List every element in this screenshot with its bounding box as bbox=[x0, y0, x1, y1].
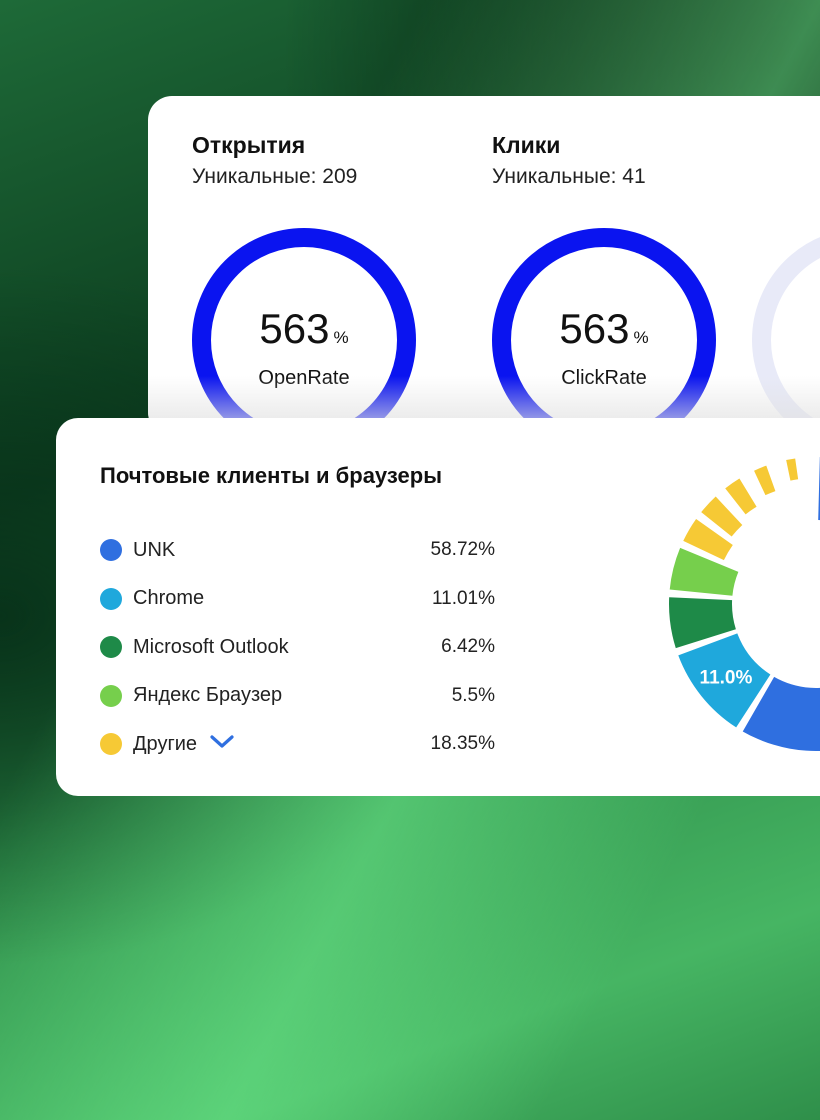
open-rate-value: 563% bbox=[259, 305, 349, 352]
legend-value: 5.5% bbox=[451, 684, 495, 706]
legend-label: Chrome bbox=[133, 587, 205, 610]
legend-label: Яндекс Браузер bbox=[133, 684, 283, 707]
clients-legend: UNK 58.72% Chrome 11.01% Microsoft Outlo… bbox=[100, 526, 495, 769]
legend-item-chrome: Chrome 11.01% bbox=[100, 575, 495, 624]
click-rate-value: 563% bbox=[559, 305, 649, 352]
clients-donut-chart: 511.0% bbox=[669, 457, 820, 751]
legend-value: 6.42% bbox=[441, 636, 495, 658]
legend-dot bbox=[100, 636, 122, 659]
legend-label: Microsoft Outlook bbox=[133, 635, 289, 658]
opens-unique: Уникальные: 209 bbox=[192, 165, 358, 188]
legend-item-yandex: Яндекс Браузер 5.5% bbox=[100, 672, 495, 721]
donut-slice-other-part bbox=[754, 465, 776, 496]
legend-item-other[interactable]: Другие 18.35% bbox=[100, 720, 495, 769]
clicks-stat: Клики Уникальные: 41 bbox=[492, 132, 646, 189]
clients-card: Почтовые клиенты и браузеры UNK 58.72% C… bbox=[56, 418, 820, 796]
clients-title: Почтовые клиенты и браузеры bbox=[100, 463, 442, 488]
donut-label-chrome: 11.0% bbox=[700, 667, 753, 688]
legend-label: Другие bbox=[133, 732, 198, 755]
opens-stat: Открытия Уникальные: 209 bbox=[192, 132, 357, 189]
legend-item-unk: UNK 58.72% bbox=[100, 526, 495, 575]
clicks-title: Клики bbox=[492, 132, 561, 158]
legend-dot bbox=[100, 587, 122, 610]
legend-dot bbox=[100, 684, 122, 707]
chevron-down-icon[interactable] bbox=[209, 734, 235, 755]
opens-title: Открытия bbox=[192, 132, 306, 158]
legend-dot bbox=[100, 539, 122, 562]
legend-value: 11.01% bbox=[431, 587, 495, 609]
legend-dot bbox=[100, 733, 122, 756]
legend-label: UNK bbox=[133, 538, 176, 561]
donut-slice-other-part bbox=[786, 458, 799, 481]
donut-slice-unk bbox=[742, 457, 820, 751]
legend-value: 58.72% bbox=[430, 539, 495, 561]
legend-item-outlook: Microsoft Outlook 6.42% bbox=[100, 623, 495, 672]
stats-card: Открытия Уникальные: 209 563% OpenRate К… bbox=[148, 96, 820, 436]
donut-slice-yandex bbox=[669, 547, 739, 596]
donut-slice-other-part bbox=[725, 478, 757, 515]
clicks-unique: Уникальные: 41 bbox=[492, 165, 646, 188]
legend-value: 18.35% bbox=[430, 733, 495, 755]
